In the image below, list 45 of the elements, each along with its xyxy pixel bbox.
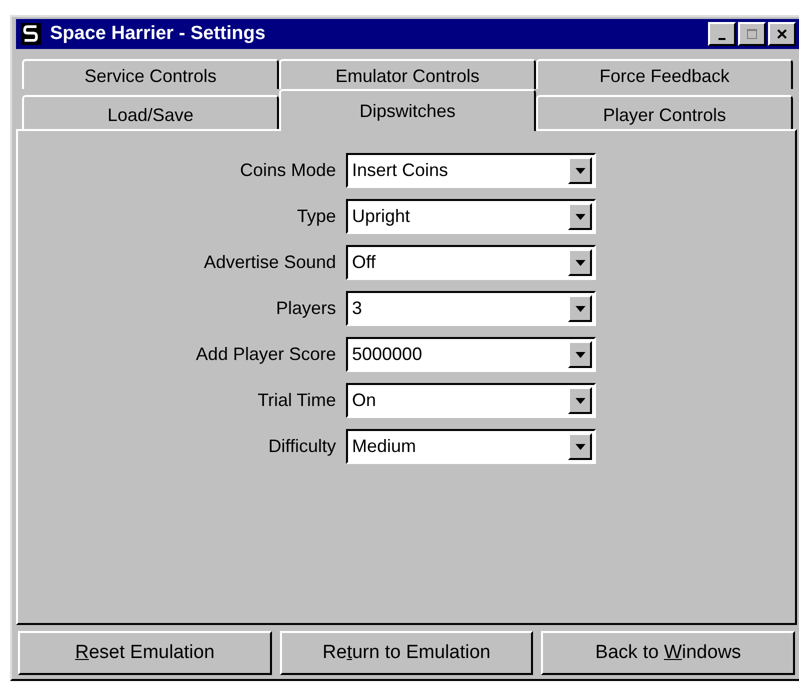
- tab[interactable]: Load/Save: [22, 95, 279, 129]
- window-title: Space Harrier - Settings: [50, 23, 266, 45]
- field-label: Players: [274, 298, 336, 319]
- field-label: Add Player Score: [194, 344, 336, 365]
- dropdown[interactable]: Insert Coins: [346, 153, 596, 188]
- tab[interactable]: Service Controls: [22, 59, 279, 89]
- caret-icon: [574, 352, 586, 358]
- caret-icon: [574, 260, 586, 266]
- dropdown[interactable]: 3: [346, 291, 596, 326]
- button[interactable]: Return to Emulation: [280, 631, 534, 675]
- caret-icon: [574, 214, 586, 220]
- field-label: Trial Time: [256, 390, 336, 411]
- tab[interactable]: Force Feedback: [536, 59, 793, 89]
- field-label: Advertise Sound: [202, 252, 336, 273]
- button[interactable]: Reset Emulation: [18, 631, 272, 675]
- minimize-icon: [718, 38, 726, 40]
- close-button[interactable]: [768, 22, 796, 46]
- field-label: Difficulty: [267, 436, 336, 457]
- dropdown[interactable]: Medium: [346, 429, 596, 464]
- dropdown[interactable]: 5000000: [346, 337, 596, 372]
- caret-icon: [574, 444, 586, 450]
- close-icon: [776, 28, 788, 40]
- dropdown-button[interactable]: [568, 295, 592, 322]
- tab[interactable]: Dipswitches: [279, 89, 536, 131]
- dropdown-button[interactable]: [568, 387, 592, 414]
- dropdown[interactable]: On: [346, 383, 596, 418]
- dropdown[interactable]: Upright: [346, 199, 596, 234]
- field-label: Type: [296, 206, 336, 227]
- dropdown-button[interactable]: [568, 157, 592, 184]
- caret-icon: [574, 306, 586, 312]
- dropdown-button[interactable]: [568, 249, 592, 276]
- tab[interactable]: Emulator Controls: [279, 59, 536, 89]
- dropdown[interactable]: Off: [346, 245, 596, 280]
- app-icon: [20, 21, 42, 47]
- button[interactable]: Back to Windows: [541, 631, 796, 675]
- dropdown-button[interactable]: [568, 433, 592, 460]
- tab[interactable]: Player Controls: [536, 95, 793, 129]
- caret-icon: [574, 168, 586, 174]
- minimize-button[interactable]: [708, 22, 736, 46]
- field-label: Coins Mode: [238, 160, 336, 181]
- dropdown-button[interactable]: [568, 341, 592, 368]
- caret-icon: [574, 398, 586, 404]
- maximize-button[interactable]: [738, 22, 766, 46]
- dropdown-button[interactable]: [568, 203, 592, 230]
- maximize-icon: [746, 28, 758, 40]
